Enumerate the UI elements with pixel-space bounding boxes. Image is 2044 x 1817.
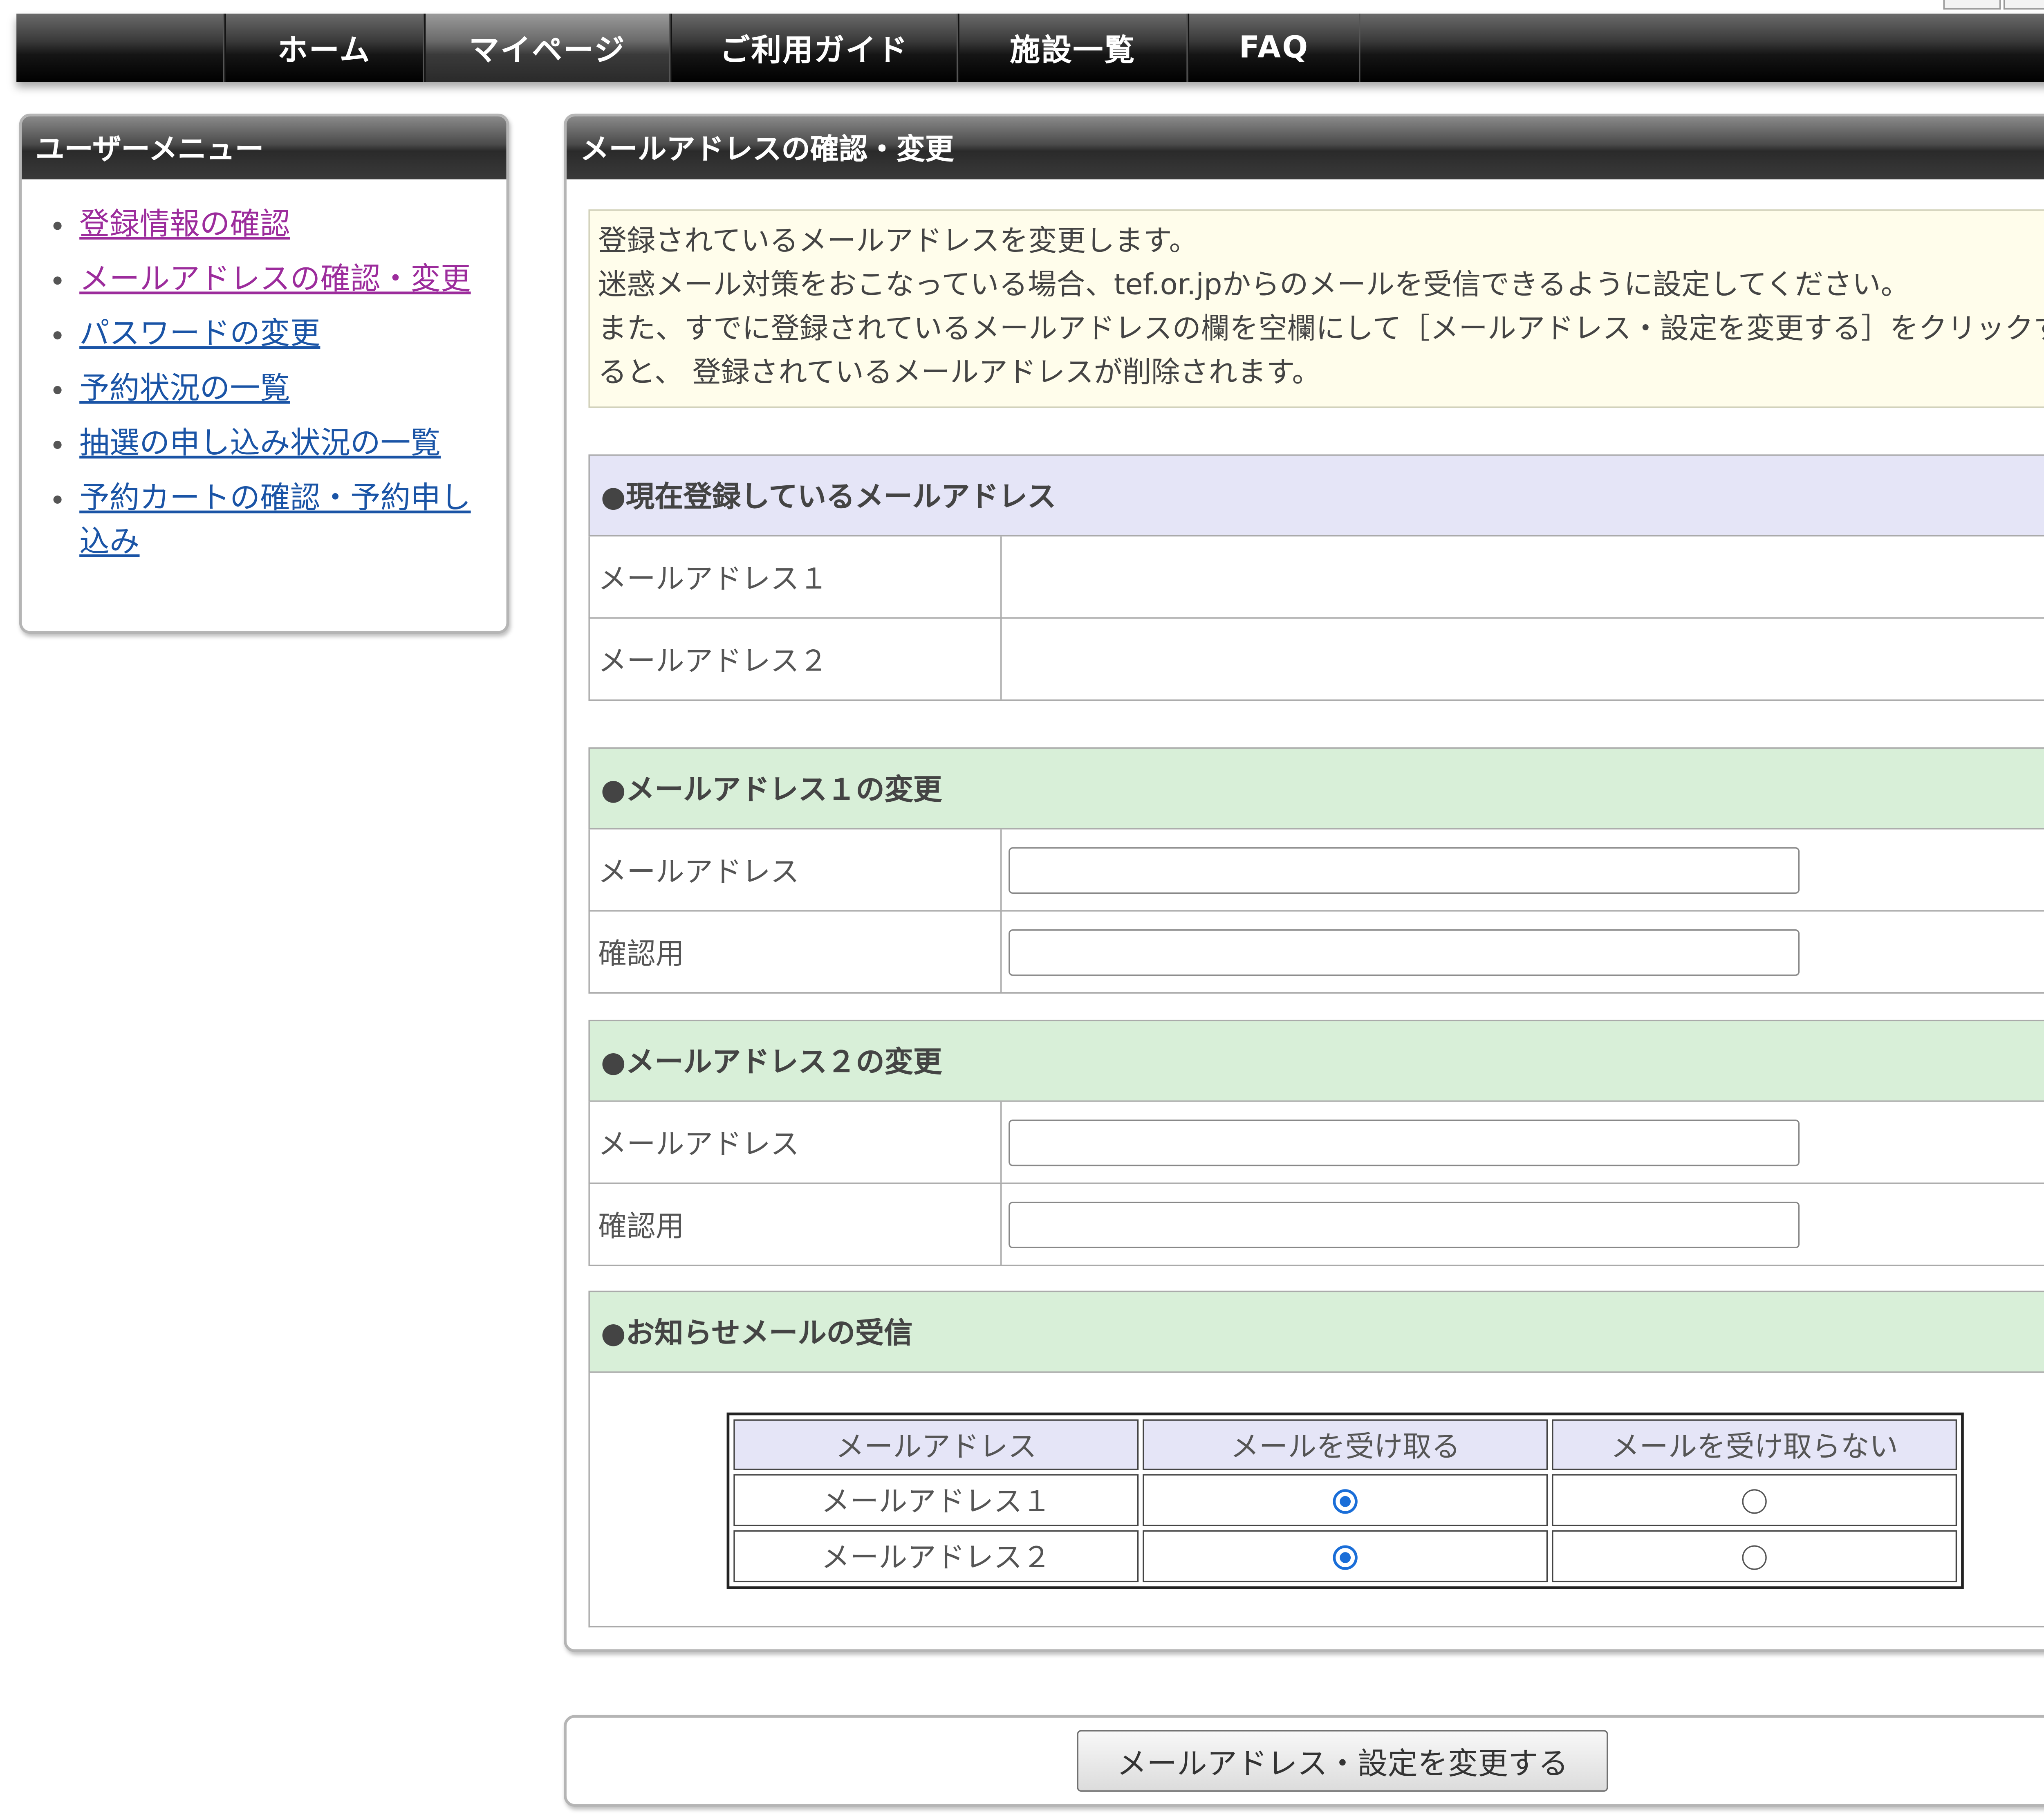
main-panel: メールアドレスの確認・変更 ? 登録されているメールアドレスを変更します。 迷惑… <box>564 113 2044 1652</box>
notice-box: 登録されているメールアドレスを変更します。 迷惑メール対策をおこなっている場合、… <box>588 209 2044 408</box>
email-1-input[interactable] <box>1009 846 1800 893</box>
email-2-label: メールアドレス <box>590 1101 1002 1183</box>
top-navigation: ホーム マイページ ご利用ガイド 施設一覧 FAQ <box>16 13 2044 82</box>
user-menu-item: 予約状況の一覧 <box>79 368 506 412</box>
column-header-not-receive: メールを受け取らない <box>1552 1419 1957 1470</box>
user-menu-item: 予約カートの確認・予約申し込み <box>79 478 506 565</box>
current-email-2-label: メールアドレス２ <box>590 619 1002 700</box>
user-menu-panel: ユーザーメニュー 登録情報の確認 メールアドレスの確認・変更 パスワードの変更 … <box>19 113 509 634</box>
notice-line: 登録されているメールアドレスを変更します。 <box>598 224 1198 258</box>
notify-row-1-not-receive-cell <box>1552 1474 1957 1526</box>
user-menu-title: ユーザーメニュー <box>22 116 507 179</box>
email-2-input[interactable] <box>1009 1119 1800 1166</box>
notify-row-2-receive-cell <box>1143 1530 1548 1582</box>
page: ホーム マイページ ご利用ガイド 施設一覧 FAQ ユーザーメニュー 登録情報の… <box>0 0 2044 1817</box>
user-menu-item: パスワードの変更 <box>79 314 506 357</box>
change-email-1-heading: ●メールアドレス１の変更 <box>588 747 2044 830</box>
current-email-row: メールアドレス１ <box>588 536 2044 619</box>
not-receive-radio-2[interactable] <box>1742 1545 1767 1570</box>
change-email-2-heading: ●メールアドレス２の変更 <box>588 1019 2044 1102</box>
email-2-confirm-cell <box>1002 1184 2044 1265</box>
table-row: メールアドレス２ <box>733 1530 1957 1582</box>
change-email-2-row: メールアドレス <box>588 1101 2044 1184</box>
link-reservation-list[interactable]: 予約状況の一覧 <box>79 372 290 407</box>
link-lottery-status[interactable]: 抽選の申し込み状況の一覧 <box>79 427 441 461</box>
email-2-cell <box>1002 1102 2044 1183</box>
email-1-confirm-label: 確認用 <box>590 911 1002 993</box>
table-row: メールアドレス１ <box>733 1474 1957 1526</box>
column-header-receive: メールを受け取る <box>1143 1419 1548 1470</box>
nav-faq[interactable]: FAQ <box>1188 13 1360 82</box>
notify-mail-heading: ●お知らせメールの受信 <box>588 1290 2044 1373</box>
nav-spacer <box>16 13 225 82</box>
email-2-confirm-input[interactable] <box>1009 1201 1800 1248</box>
email-1-confirm-cell <box>1002 912 2044 993</box>
nav-facilities[interactable]: 施設一覧 <box>958 13 1188 82</box>
user-menu-item: メールアドレスの確認・変更 <box>79 259 506 303</box>
notify-row-1-label: メールアドレス１ <box>733 1474 1139 1526</box>
email-1-label: メールアドレス <box>590 829 1002 911</box>
submit-panel: メールアドレス・設定を変更する <box>564 1715 2044 1807</box>
notify-row-1-receive-cell <box>1143 1474 1548 1526</box>
email-1-cell <box>1002 830 2044 911</box>
email-1-confirm-input[interactable] <box>1009 929 1800 976</box>
receive-radio-1[interactable] <box>1333 1489 1358 1514</box>
link-password-change[interactable]: パスワードの変更 <box>79 318 320 352</box>
nav-guide[interactable]: ご利用ガイド <box>670 13 958 82</box>
notify-mail-table: メールアドレス メールを受け取る メールを受け取らない メールアドレス１ メール… <box>726 1412 1964 1589</box>
main-panel-header: メールアドレスの確認・変更 ? <box>566 116 2044 179</box>
not-receive-radio-1[interactable] <box>1742 1489 1767 1514</box>
notice-line: また、すでに登録されているメールアドレスの欄を空欄にして［メールアドレス・設定を… <box>598 312 2044 389</box>
user-menu-item: 抽選の申し込み状況の一覧 <box>79 423 506 467</box>
current-email-heading: ●現在登録しているメールアドレス <box>588 454 2044 537</box>
nav-home[interactable]: ホーム <box>224 13 424 82</box>
table-header-row: メールアドレス メールを受け取る メールを受け取らない <box>733 1419 1957 1470</box>
corner-buttons <box>1941 0 2044 10</box>
notify-row-2-label: メールアドレス２ <box>733 1530 1139 1582</box>
column-header-email: メールアドレス <box>733 1419 1139 1470</box>
corner-button[interactable] <box>1943 0 2001 10</box>
change-email-1-row: メールアドレス <box>588 829 2044 912</box>
notify-mail-body: メールアドレス メールを受け取る メールを受け取らない メールアドレス１ メール… <box>588 1373 2044 1628</box>
current-email-1-value <box>1002 536 2044 617</box>
notify-row-2-not-receive-cell <box>1552 1530 1957 1582</box>
nav-mypage[interactable]: マイページ <box>424 13 671 82</box>
current-email-1-label: メールアドレス１ <box>590 536 1002 617</box>
email-2-confirm-label: 確認用 <box>590 1184 1002 1265</box>
link-registration-info[interactable]: 登録情報の確認 <box>79 208 290 242</box>
current-email-2-value <box>1002 619 2044 700</box>
submit-button[interactable]: メールアドレス・設定を変更する <box>1077 1730 1608 1792</box>
link-reservation-cart[interactable]: 予約カートの確認・予約申し込み <box>79 482 471 560</box>
user-menu-list: 登録情報の確認 メールアドレスの確認・変更 パスワードの変更 予約状況の一覧 抽… <box>22 204 507 565</box>
change-email-2-confirm-row: 確認用 <box>588 1184 2044 1266</box>
page-title: メールアドレスの確認・変更 <box>580 132 954 166</box>
link-email-change[interactable]: メールアドレスの確認・変更 <box>79 263 471 297</box>
current-email-row: メールアドレス２ <box>588 619 2044 701</box>
change-email-1-confirm-row: 確認用 <box>588 911 2044 994</box>
receive-radio-2[interactable] <box>1333 1545 1358 1570</box>
notice-line: 迷惑メール対策をおこなっている場合、tef.or.jpからのメールを受信できるよ… <box>598 268 1910 301</box>
corner-button[interactable] <box>2003 0 2044 10</box>
user-menu-item: 登録情報の確認 <box>79 204 506 248</box>
